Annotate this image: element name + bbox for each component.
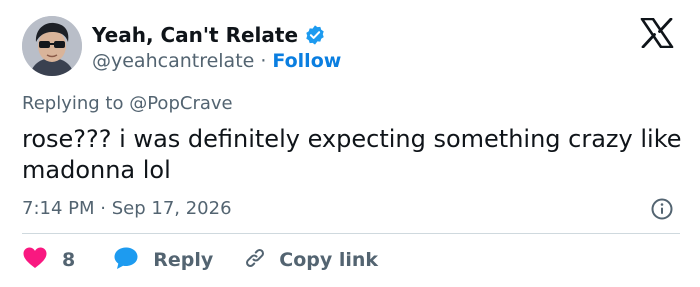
copy-link-button[interactable]: Copy link xyxy=(243,246,378,274)
divider xyxy=(22,233,680,234)
speech-bubble-icon xyxy=(113,246,139,274)
link-icon xyxy=(243,246,267,274)
tweet-time: 7:14 PM xyxy=(22,198,95,219)
replying-to-handle[interactable]: @PopCrave xyxy=(129,93,232,114)
author-name-row: Yeah, Can't Relate xyxy=(92,22,326,48)
like-count: 8 xyxy=(62,249,76,271)
author-handle[interactable]: @yeahcantrelate xyxy=(92,50,254,72)
x-logo-icon[interactable] xyxy=(640,17,674,49)
tweet-card: Yeah, Can't Relate @yeahcantrelate · Fol… xyxy=(0,0,700,287)
verified-badge-icon xyxy=(304,24,326,46)
copy-link-label: Copy link xyxy=(279,249,379,271)
replying-to-prefix: Replying to xyxy=(22,93,124,114)
tweet-date: Sep 17, 2026 xyxy=(111,198,232,219)
like-button[interactable]: 8 xyxy=(22,246,75,274)
author-handle-row: @yeahcantrelate · Follow xyxy=(92,49,341,73)
handle-separator: · xyxy=(260,50,267,72)
action-bar: 8 Reply Copy link xyxy=(22,246,378,274)
replying-to-line: Replying to @PopCrave xyxy=(22,93,233,114)
avatar[interactable] xyxy=(22,16,82,76)
avatar-image xyxy=(22,16,82,76)
info-icon[interactable] xyxy=(650,197,674,221)
heart-icon xyxy=(22,246,48,274)
author-display-name[interactable]: Yeah, Can't Relate xyxy=(92,23,298,47)
reply-label: Reply xyxy=(153,249,214,271)
reply-button[interactable]: Reply xyxy=(113,246,213,274)
tweet-timestamp[interactable]: 7:14 PM · Sep 17, 2026 xyxy=(22,198,232,219)
follow-button[interactable]: Follow xyxy=(272,50,341,72)
tweet-text: rose??? i was definitely expecting somet… xyxy=(22,125,682,184)
timestamp-separator: · xyxy=(100,198,106,219)
